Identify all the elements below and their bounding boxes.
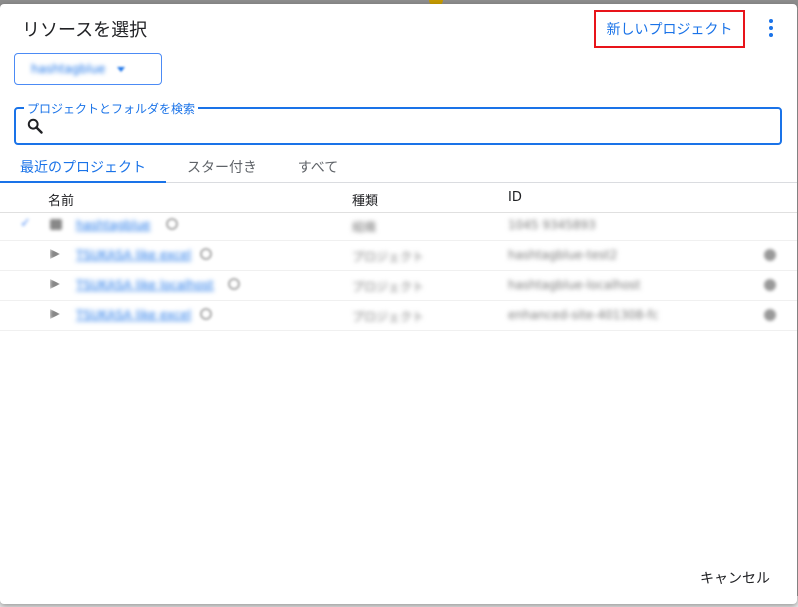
row-type: 組織 [352,220,377,234]
organization-icon [50,219,62,230]
star-icon[interactable] [764,279,776,291]
table-row[interactable]: TSUKASA like localhost プロジェクト hashtagblu… [0,270,797,301]
star-icon[interactable] [764,309,776,321]
project-icon [50,309,60,319]
column-header-type[interactable]: 種類 [352,190,378,209]
project-icon [50,279,60,289]
table-row[interactable]: TSUKASA like excel プロジェクト hashtagblue-te… [0,240,797,271]
more-options-icon[interactable] [764,16,778,42]
table-row[interactable]: TSUKASA like excel プロジェクト enhanced-site-… [0,300,797,331]
star-icon[interactable] [764,249,776,261]
row-id: 1045 9345893 [508,218,596,232]
tab-all[interactable]: すべて [282,152,354,182]
new-project-button[interactable]: 新しいプロジェクト [594,10,745,48]
row-id: hashtagblue-localhost [508,278,641,292]
row-type: プロジェクト [352,310,425,324]
tab-recent-projects[interactable]: 最近のプロジェクト [0,152,166,183]
row-name-link[interactable]: TSUKASA like excel [76,308,191,322]
search-icon [27,118,43,134]
table-header: 名前 種類 ID [0,184,797,213]
column-header-name[interactable]: 名前 [48,190,74,209]
row-id: hashtagblue-test2 [508,248,618,262]
tab-bar: 最近のプロジェクト スター付き すべて [0,152,797,183]
row-name-link[interactable]: hashtagblue [76,218,150,232]
row-type: プロジェクト [352,250,425,264]
help-icon[interactable] [200,308,212,320]
resource-select-dialog: リソースを選択 新しいプロジェクト hashtagblue プロジェクトとフォル… [0,4,797,604]
row-id: enhanced-site-401308-fc [508,308,659,322]
table-row[interactable]: ✓ hashtagblue 組織 1045 9345893 [0,210,797,241]
project-icon [50,249,60,259]
dialog-title: リソースを選択 [22,20,148,41]
check-icon: ✓ [20,216,31,231]
search-input[interactable] [50,113,774,141]
organization-select-value: hashtagblue [31,62,106,76]
chevron-down-icon [117,66,126,72]
row-type: プロジェクト [352,280,425,294]
row-name-link[interactable]: TSUKASA like excel [76,248,191,262]
tab-starred[interactable]: スター付き [170,152,274,182]
row-name-link[interactable]: TSUKASA like localhost [76,278,214,292]
organization-select[interactable]: hashtagblue [14,53,162,85]
help-icon[interactable] [166,218,178,230]
cancel-button[interactable]: キャンセル [700,568,770,588]
search-field[interactable]: プロジェクトとフォルダを検索 [14,100,782,145]
column-header-id[interactable]: ID [508,190,522,205]
help-icon[interactable] [228,278,240,290]
help-icon[interactable] [200,248,212,260]
